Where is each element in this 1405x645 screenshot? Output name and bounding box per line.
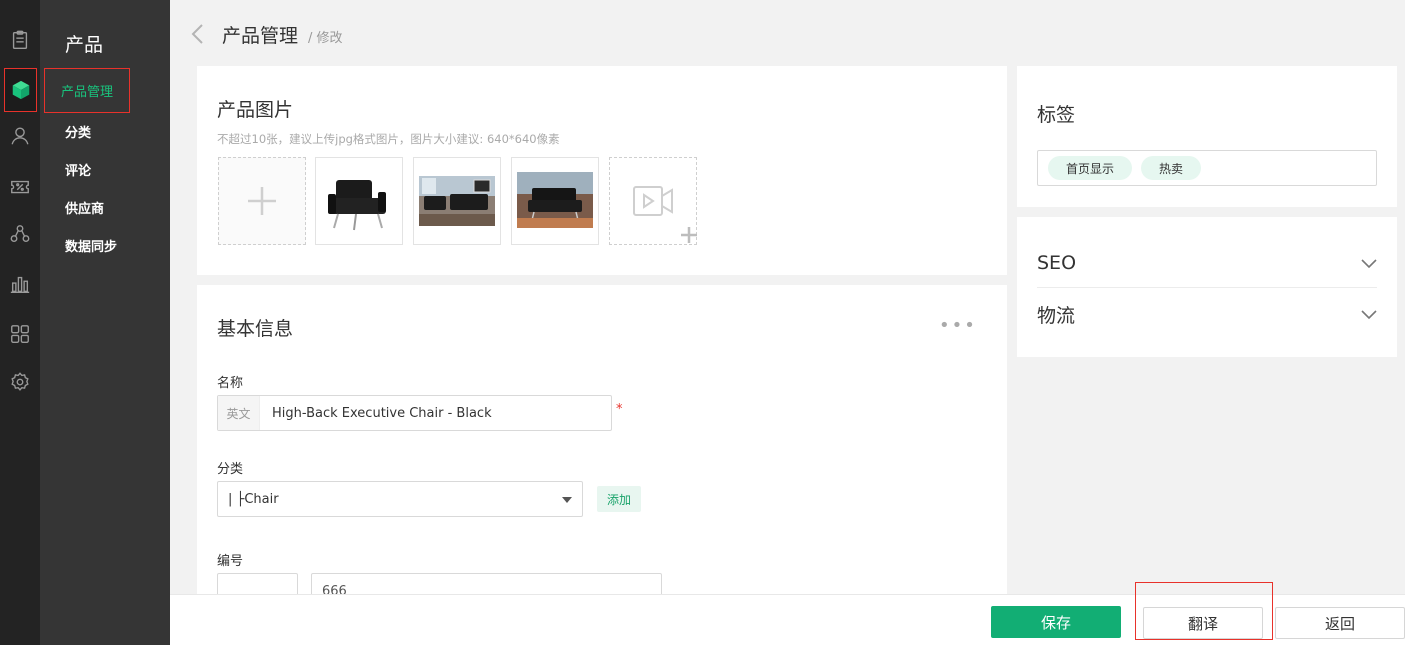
add-video-button[interactable] <box>609 157 697 245</box>
seo-title: SEO <box>1037 252 1077 274</box>
sku-prefix-field[interactable] <box>217 573 298 594</box>
sku-label: 编号 <box>217 554 244 569</box>
secondary-sidebar: 产品 产品管理 分类 评论 供应商 数据同步 <box>40 0 170 645</box>
accordion-card: SEO 物流 <box>1017 217 1397 357</box>
tags-card: 标签 首页显示 热卖 <box>1017 66 1397 207</box>
category-value: | ├Chair <box>228 491 279 507</box>
product-image-3[interactable] <box>511 157 599 245</box>
product-image-1[interactable] <box>315 157 403 245</box>
product-image-2[interactable] <box>413 157 501 245</box>
chevron-down-icon <box>1361 254 1377 273</box>
video-icon <box>632 184 674 222</box>
clipboard-icon[interactable] <box>8 28 32 52</box>
user-icon[interactable] <box>8 124 32 148</box>
divider <box>1037 287 1377 288</box>
sku-value: 666 <box>322 584 347 594</box>
icon-rail <box>0 0 40 645</box>
page-title: 产品管理 <box>222 24 299 47</box>
name-value: High-Back Executive Chair - Black <box>272 405 492 421</box>
more-options-icon[interactable]: ••• <box>939 315 977 336</box>
tag-homepage[interactable]: 首页显示 <box>1048 156 1133 180</box>
name-field[interactable]: 英文 High-Back Executive Chair - Black <box>217 395 612 431</box>
add-category-button[interactable]: 添加 <box>597 486 641 512</box>
tags-title: 标签 <box>1037 104 1076 126</box>
nav-products-active[interactable] <box>4 68 37 112</box>
product-images-card: 产品图片 不超过10张，建议上传jpg格式图片，图片大小建议: 640*640像… <box>197 66 1007 275</box>
settings-icon[interactable] <box>8 370 32 394</box>
sku-field[interactable]: 666 <box>311 573 662 594</box>
back-arrow-icon[interactable] <box>190 19 212 49</box>
language-prefix: 英文 <box>218 396 260 430</box>
plus-icon <box>246 185 278 221</box>
sidebar-item-category[interactable]: 分类 <box>65 122 91 141</box>
basic-info-title: 基本信息 <box>217 318 294 340</box>
sidebar-item-data-sync[interactable]: 数据同步 <box>65 236 117 255</box>
action-bar: 保存 翻译 返回 <box>170 594 1405 645</box>
category-label: 分类 <box>217 462 244 477</box>
name-label: 名称 <box>217 376 244 391</box>
category-select[interactable]: | ├Chair <box>217 481 583 517</box>
add-image-button[interactable] <box>218 157 306 245</box>
group-icon[interactable] <box>8 222 32 246</box>
tags-input[interactable]: 首页显示 热卖 <box>1037 150 1377 186</box>
breadcrumb: / 修改 <box>308 31 343 46</box>
chevron-down-icon <box>562 497 572 503</box>
basic-info-card: 基本信息 ••• 名称 英文 High-Back Executive Chair… <box>197 285 1007 594</box>
chevron-down-icon <box>1361 305 1377 324</box>
seo-section[interactable]: SEO <box>1037 238 1377 288</box>
logistics-title: 物流 <box>1037 304 1076 327</box>
return-button[interactable]: 返回 <box>1275 607 1405 639</box>
sidebar-item-reviews[interactable]: 评论 <box>65 160 91 179</box>
required-mark: * <box>616 402 623 417</box>
page-header: 产品管理 / 修改 <box>190 18 343 50</box>
translate-button[interactable]: 翻译 <box>1143 607 1263 639</box>
bar-chart-icon[interactable] <box>8 272 32 296</box>
apps-icon[interactable] <box>8 322 32 346</box>
logistics-section[interactable]: 物流 <box>1037 289 1377 339</box>
sidebar-title: 产品 <box>65 34 104 56</box>
sidebar-item-suppliers[interactable]: 供应商 <box>65 198 104 217</box>
save-button[interactable]: 保存 <box>991 606 1121 638</box>
plus-small-icon <box>680 226 698 248</box>
images-hint: 不超过10张，建议上传jpg格式图片，图片大小建议: 640*640像素 <box>217 132 560 146</box>
images-card-title: 产品图片 <box>217 99 294 121</box>
cube-icon <box>10 79 32 101</box>
sidebar-item-product-management[interactable]: 产品管理 <box>44 68 130 113</box>
tag-hot[interactable]: 热卖 <box>1141 156 1202 180</box>
discount-icon[interactable] <box>8 175 32 199</box>
